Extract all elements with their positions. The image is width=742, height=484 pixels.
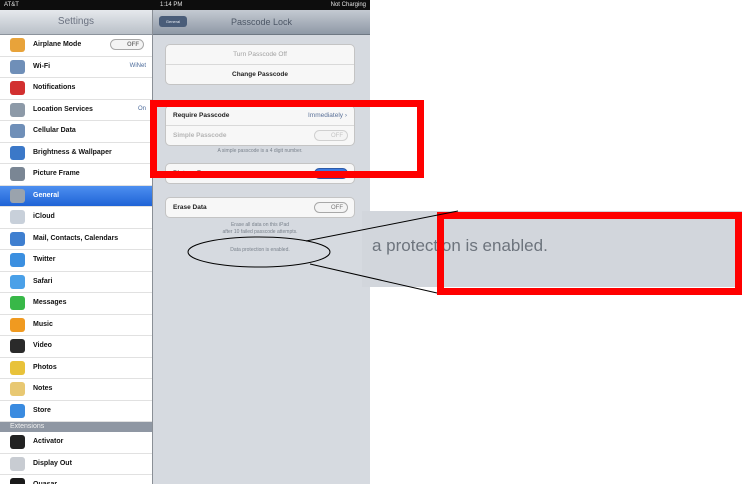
sidebar-item-location-services[interactable]: Location Services On <box>0 99 152 121</box>
sidebar-item-safari[interactable]: Safari <box>0 271 152 293</box>
brightness-icon <box>10 145 25 160</box>
erase-group: Erase Data OFF <box>165 197 355 218</box>
video-icon <box>10 339 25 353</box>
picture-frame-icon <box>10 167 25 181</box>
photos-icon <box>10 360 25 375</box>
ipad-screen: AT&T 1:14 PM Not Charging Settings Airpl… <box>0 0 370 484</box>
battery-status: Not Charging <box>330 2 366 8</box>
sidebar-item-label: Safari <box>33 277 53 285</box>
mail-icon <box>10 231 25 246</box>
sidebar-item-label: Notes <box>33 385 53 392</box>
messages-icon <box>10 296 25 310</box>
sidebar-item-general[interactable]: General <box>0 185 152 207</box>
sidebar-item-messages[interactable]: Messages <box>0 293 152 315</box>
sidebar-list: Airplane Mode OFF Wi-Fi WiNet Notifications L… <box>0 35 152 484</box>
sidebar-item-store[interactable]: Store <box>0 400 152 422</box>
twitter-icon <box>10 253 25 267</box>
sidebar-item-wi-fi[interactable]: Wi-Fi WiNet <box>0 56 152 78</box>
wifi-icon <box>10 59 25 74</box>
notes-icon <box>10 382 25 396</box>
sidebar-item-airplane-mode[interactable]: Airplane Mode OFF <box>0 35 152 57</box>
safari-icon <box>10 274 25 289</box>
sidebar-item-value: On <box>137 105 146 112</box>
cloud-icon <box>10 210 25 224</box>
passcode-group: Turn Passcode Off Change Passcode <box>165 44 355 85</box>
sidebar-item-label: Store <box>33 406 51 414</box>
sidebar-item-label: Cellular Data <box>33 127 76 134</box>
sidebar-item-icloud[interactable]: iCloud <box>0 207 152 229</box>
sidebar-item-label: Picture Frame <box>33 170 80 177</box>
display-out-icon <box>10 456 25 471</box>
sidebar-item-label: Notifications <box>33 84 76 91</box>
activator-icon <box>10 435 25 449</box>
sidebar-item-label: Activator <box>33 438 64 445</box>
sidebar-item-video[interactable]: Video <box>0 336 152 358</box>
sidebar-item-quasar[interactable]: Quasar <box>0 475 152 484</box>
settings-sidebar: Settings Airplane Mode OFF Wi-Fi WiNet Notif… <box>0 10 153 484</box>
notifications-icon <box>10 81 25 95</box>
store-icon <box>10 403 25 418</box>
zoom-highlight-box <box>437 212 742 295</box>
sidebar-item-toggle[interactable]: OFF <box>110 39 144 50</box>
sidebar-item-label: Photos <box>33 363 57 371</box>
detail-pane: General Passcode Lock Turn Passcode Off … <box>153 10 370 484</box>
sidebar-item-label: General <box>33 191 60 199</box>
sidebar-item-activator[interactable]: Activator <box>0 432 152 454</box>
status-bar: AT&T 1:14 PM Not Charging <box>0 0 370 10</box>
sidebar-item-value: WiNet <box>129 62 146 69</box>
location-icon <box>10 102 25 117</box>
change-passcode-label: Change Passcode <box>232 71 288 78</box>
gear-icon <box>10 188 25 203</box>
turn-passcode-off-row[interactable]: Turn Passcode Off <box>166 45 354 65</box>
sidebar-item-music[interactable]: Music <box>0 314 152 336</box>
sidebar-item-label: Brightness & Wallpaper <box>33 148 112 156</box>
sidebar-item-display-out[interactable]: Display Out <box>0 453 152 475</box>
sidebar-item-label: Music <box>33 320 53 328</box>
sidebar-item-photos[interactable]: Photos <box>0 357 152 379</box>
sidebar-item-notes[interactable]: Notes <box>0 379 152 401</box>
sidebar-item-label: iCloud <box>33 213 55 220</box>
erase-note-line-2: after 10 failed passcode attempts. <box>222 229 298 235</box>
extensions-header: Extensions <box>0 422 152 432</box>
sidebar-item-mail-contacts-calendars[interactable]: Mail, Contacts, Calendars <box>0 228 152 250</box>
page-title: Passcode Lock <box>230 17 293 27</box>
music-icon <box>10 317 25 332</box>
sidebar-item-notifications[interactable]: Notifications <box>0 78 152 100</box>
sidebar-item-label: Display Out <box>33 459 72 467</box>
sidebar-title: Settings <box>0 10 152 35</box>
sidebar-item-label: Location Services <box>33 105 93 113</box>
cellular-icon <box>10 124 25 138</box>
sidebar-item-twitter[interactable]: Twitter <box>0 250 152 272</box>
sidebar-item-picture-frame[interactable]: Picture Frame <box>0 164 152 186</box>
erase-data-label: Erase Data <box>173 204 207 211</box>
sidebar-item-label: Twitter <box>33 256 56 263</box>
change-passcode-row[interactable]: Change Passcode <box>166 65 354 84</box>
sidebar-item-label: Wi-Fi <box>33 62 51 70</box>
quasar-icon <box>10 478 25 484</box>
sidebar-item-label: Airplane Mode <box>33 41 82 48</box>
status-time: 1:14 PM <box>160 2 183 8</box>
airplane-icon <box>10 38 25 52</box>
navigation-bar: General Passcode Lock <box>153 10 370 35</box>
sidebar-item-label: Video <box>33 342 52 349</box>
sidebar-item-label: Mail, Contacts, Calendars <box>33 234 119 242</box>
erase-data-toggle[interactable]: OFF <box>314 202 348 213</box>
data-protection-note: Data protection is enabled. <box>230 247 290 253</box>
erase-data-row[interactable]: Erase Data OFF <box>166 198 354 217</box>
sidebar-item-cellular-data[interactable]: Cellular Data <box>0 121 152 143</box>
highlight-box <box>150 100 424 178</box>
sidebar-item-brightness-wallpaper[interactable]: Brightness & Wallpaper <box>0 142 152 164</box>
turn-passcode-off-label: Turn Passcode Off <box>233 51 287 58</box>
sidebar-item-label: Messages <box>33 299 67 306</box>
carrier-label: AT&T <box>4 2 19 8</box>
